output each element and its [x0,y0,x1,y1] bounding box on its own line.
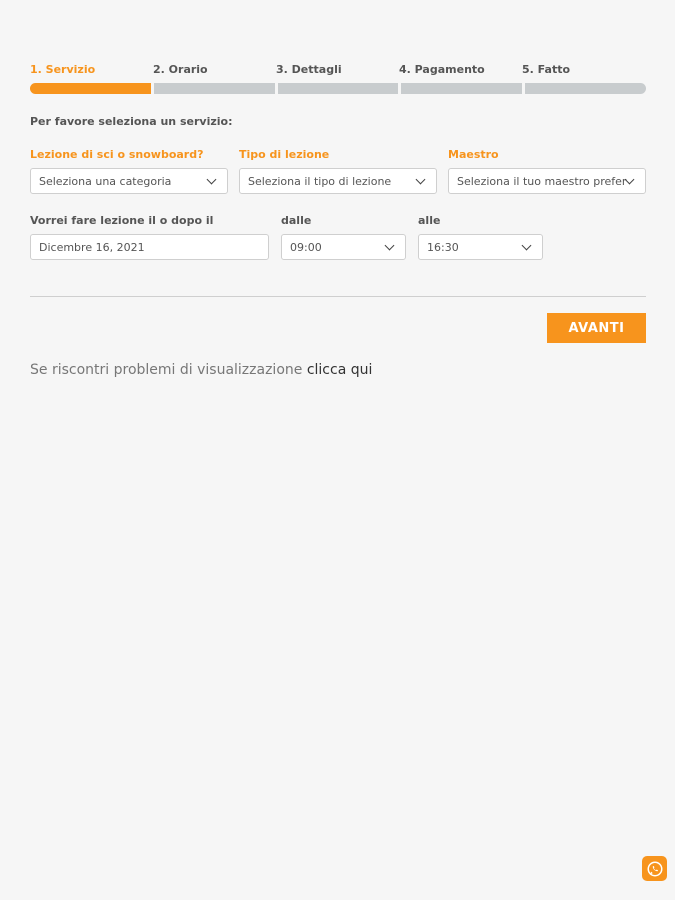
step-label-pagamento: 4. Pagamento [399,63,485,76]
step-label-fatto: 5. Fatto [522,63,571,76]
step-bar-dettagli [277,83,399,94]
from-time-value: 09:00 [290,240,322,254]
display-problem-notice: Se riscontri problemi di visualizzazione… [30,362,372,378]
lesson-type-label: Tipo di lezione [239,148,330,161]
whatsapp-icon [647,861,662,876]
instructor-select[interactable]: Seleziona il tuo maestro prefer [448,168,646,194]
category-label: Lezione di sci o snowboard? [30,148,204,161]
step-label-dettagli: 3. Dettagli [276,63,342,76]
lesson-type-placeholder: Seleziona il tipo di lezione [248,174,392,188]
to-time-label: alle [418,214,441,227]
to-time-value: 16:30 [427,240,459,254]
whatsapp-button[interactable] [642,856,667,881]
instructor-placeholder: Seleziona il tuo maestro prefer [457,174,627,188]
step-bar-pagamento [401,83,523,94]
step-bar-orario [153,83,275,94]
lesson-type-select[interactable]: Seleziona il tipo di lezione [239,168,437,194]
to-time-select[interactable]: 16:30 [418,234,543,260]
step-label-servizio: 1. Servizio [30,63,96,76]
step-label-orario: 2. Orario [153,63,208,76]
instructor-label: Maestro [448,148,499,161]
chevron-down-icon [415,174,426,185]
chevron-down-icon [206,174,217,185]
step-bar-servizio [30,83,151,94]
display-problem-text: Se riscontri problemi di visualizzazione [30,362,303,378]
from-time-label: dalle [281,214,312,227]
next-button[interactable]: AVANTI [547,313,646,343]
chevron-down-icon [384,240,395,251]
from-time-select[interactable]: 09:00 [281,234,406,260]
divider [30,296,646,297]
date-label: Vorrei fare lezione il o dopo il [30,214,214,227]
chevron-down-icon [521,240,532,251]
date-field[interactable]: Dicembre 16, 2021 [30,234,269,260]
category-select[interactable]: Seleziona una categoria [30,168,228,194]
progress-steps: 1. Servizio 2. Orario 3. Dettagli 4. Pag… [30,63,646,94]
click-here-link[interactable]: clicca qui [307,362,373,378]
category-placeholder: Seleziona una categoria [39,174,172,188]
step-bar-fatto [525,83,646,94]
date-value: Dicembre 16, 2021 [39,240,145,254]
instruction-text: Per favore seleziona un servizio: [30,115,233,128]
